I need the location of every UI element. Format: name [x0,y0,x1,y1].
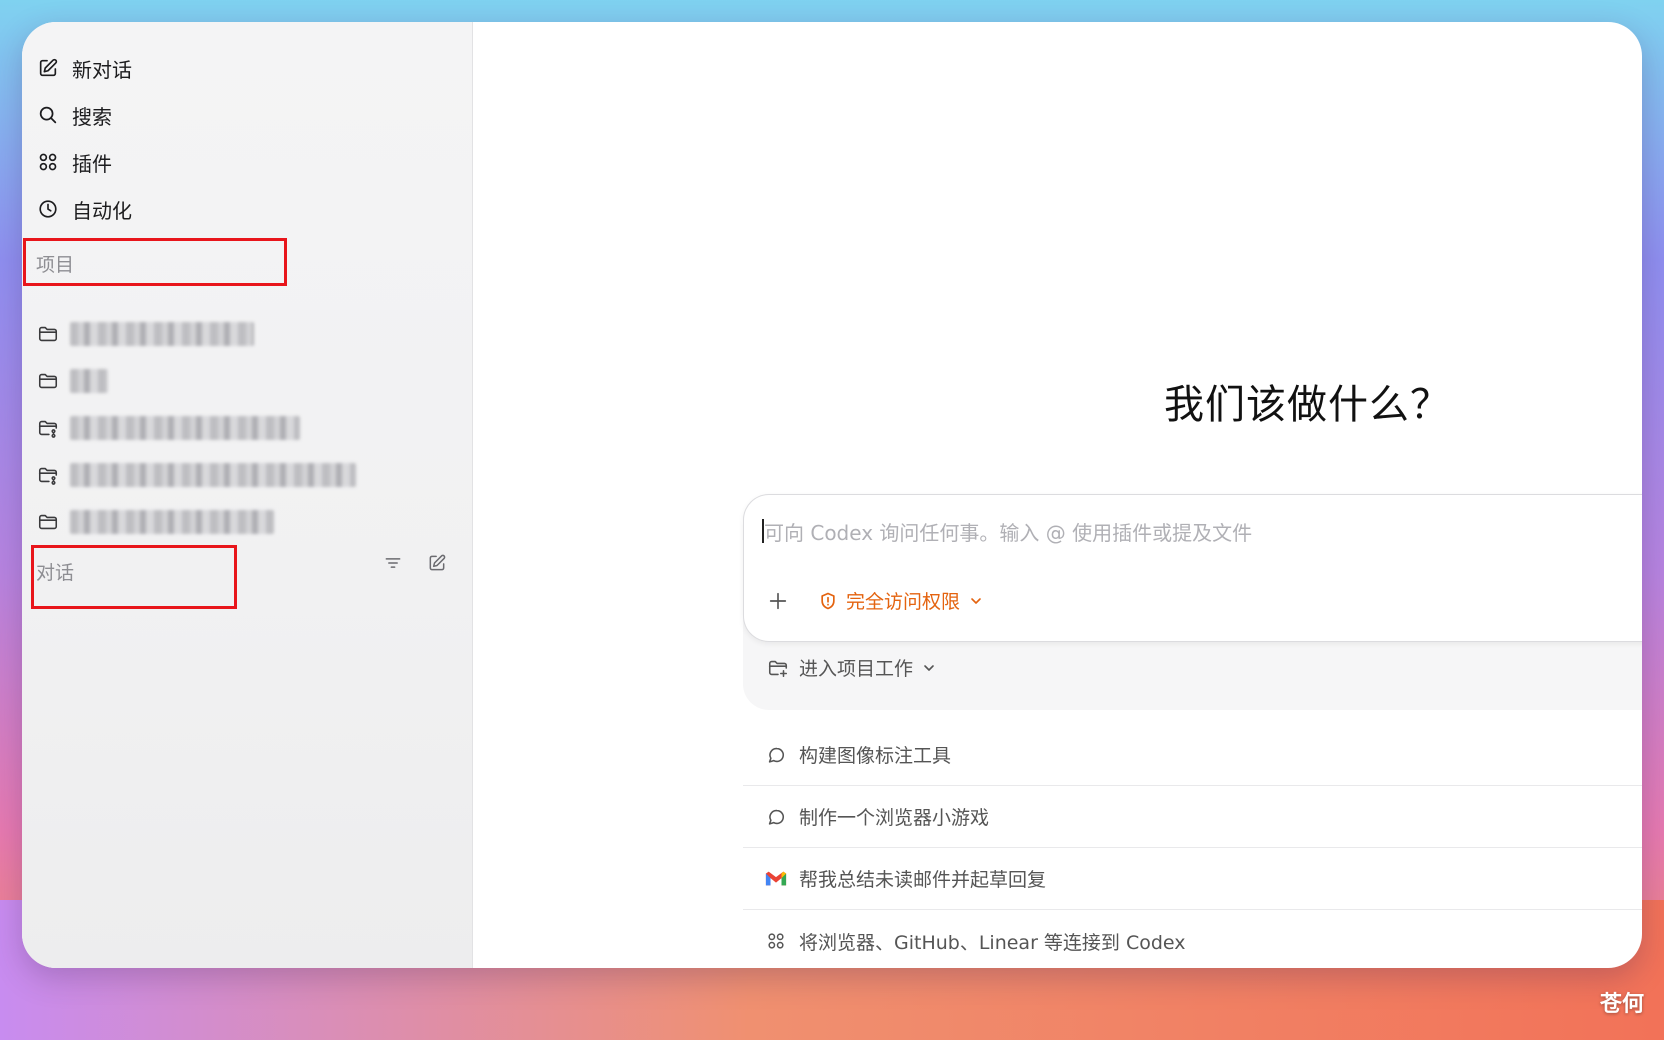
gmail-icon [763,866,789,892]
main-panel: 我们该做什么？ 可向 Codex 询问任何事。输入 @ 使用插件或提及文件 完全… [473,22,1642,968]
suggestion-item[interactable]: 将浏览器、GitHub、Linear 等连接到 Codex [743,910,1642,968]
watermark: 苍何 [1599,992,1644,1017]
access-permission-label: 完全访问权限 [846,591,961,613]
compose-icon [36,56,60,80]
plus-icon [767,590,789,612]
suggestion-item[interactable]: 构建图像标注工具 [743,724,1642,786]
sidebar-project-item[interactable] [36,314,446,354]
chevron-down-icon [921,660,937,676]
filter-icon [383,553,403,573]
sidebar-project-item[interactable] [36,455,446,495]
suggestion-label: 构建图像标注工具 [799,745,952,767]
sidebar-project-item[interactable] [36,408,446,448]
clock-icon [36,197,60,221]
sidebar: 新对话 搜索 插件 自动化 项目 对话 [22,22,473,968]
plugins-grid-icon [763,928,789,954]
folder-icon [36,510,60,534]
suggestion-label: 制作一个浏览器小游戏 [799,807,990,829]
suggestion-item[interactable]: 制作一个浏览器小游戏 [743,786,1642,848]
suggestion-label: 帮我总结未读邮件并起草回复 [799,869,1047,891]
annotation-highlight-projects [23,238,287,286]
git-folder-icon [36,416,60,440]
suggestion-label: 将浏览器、GitHub、Linear 等连接到 Codex [799,931,1186,954]
sidebar-item-label: 插件 [72,151,112,176]
plugins-grid-icon [36,150,60,174]
sidebar-project-item[interactable] [36,361,446,401]
suggestion-item[interactable]: 帮我总结未读邮件并起草回复 [743,848,1642,910]
sidebar-item-new-chat[interactable]: 新对话 [36,48,446,88]
search-icon [36,103,60,127]
sidebar-item-automation[interactable]: 自动化 [36,189,446,229]
sidebar-item-label: 新对话 [72,57,132,82]
filter-button[interactable] [380,550,406,576]
enter-project-dropdown[interactable]: 进入项目工作 [767,654,937,681]
page-headline: 我们该做什么？ [1164,382,1451,428]
chevron-down-icon [968,593,984,609]
sidebar-item-label: 自动化 [72,198,132,223]
folder-icon [36,322,60,346]
sidebar-item-label: 搜索 [72,104,112,129]
redacted-project-name [70,416,300,440]
redacted-project-name [70,463,356,487]
sidebar-item-plugins[interactable]: 插件 [36,142,446,182]
access-permission-dropdown[interactable]: 完全访问权限 [818,587,984,614]
add-attachment-button[interactable] [764,587,792,615]
prompt-placeholder: 可向 Codex 询问任何事。输入 @ 使用插件或提及文件 [764,521,1253,545]
prompt-input[interactable]: 可向 Codex 询问任何事。输入 @ 使用插件或提及文件 完全访问权限 [743,494,1642,642]
sidebar-project-item[interactable] [36,502,446,542]
redacted-project-name [70,369,108,393]
sidebar-item-search[interactable]: 搜索 [36,95,446,135]
app-window: 新对话 搜索 插件 自动化 项目 对话 我们该做什么？ 可向 Codex 询问任… [22,22,1642,968]
annotation-highlight-conversations [31,545,237,609]
new-conversation-button[interactable] [424,550,450,576]
chat-bubble-icon [763,742,789,768]
git-folder-icon [36,463,60,487]
compose-icon [427,553,447,573]
folder-icon [36,369,60,393]
conversation-actions [380,550,450,576]
redacted-project-name [70,510,274,534]
shield-alert-icon [818,591,838,611]
composer-container: 可向 Codex 询问任何事。输入 @ 使用插件或提及文件 完全访问权限 进入项… [743,494,1642,710]
folder-plus-icon [767,657,789,679]
chat-bubble-icon [763,804,789,830]
enter-project-label: 进入项目工作 [799,658,914,680]
redacted-project-name [70,322,254,346]
